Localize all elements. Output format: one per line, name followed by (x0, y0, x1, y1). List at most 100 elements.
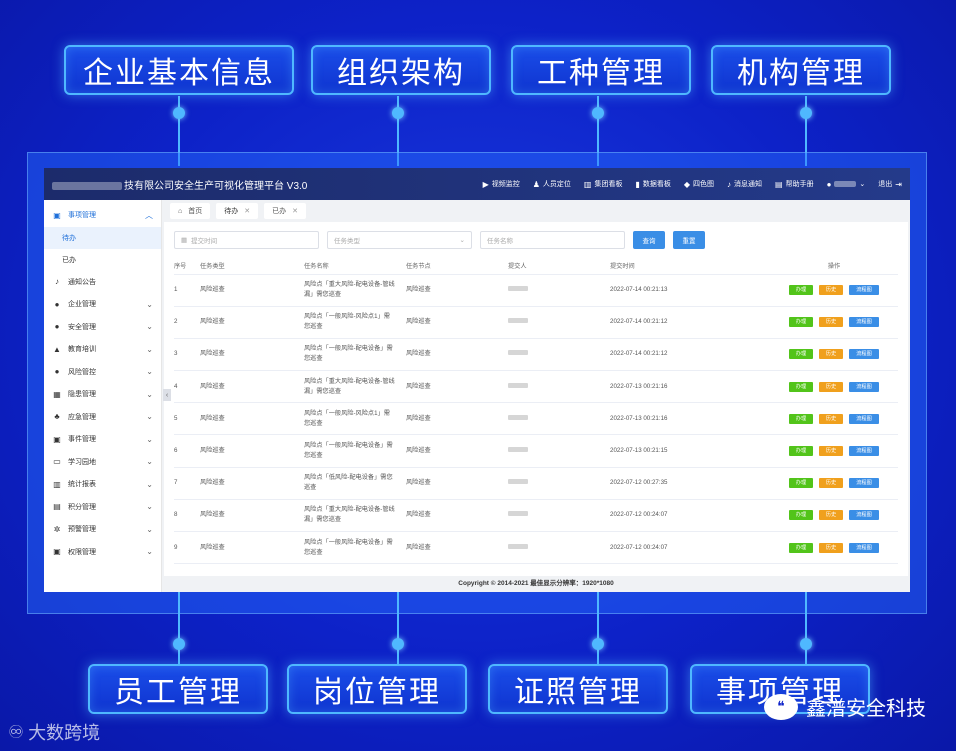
close-icon[interactable]: ✕ (292, 207, 298, 215)
connector-line (597, 592, 599, 664)
history-button[interactable]: 历史 (819, 413, 843, 424)
sidebar-item-quanxian[interactable]: ▣ 权限管理 ⌄ (44, 541, 161, 564)
sidebar-item-anquan[interactable]: ● 安全管理 ⌄ (44, 316, 161, 339)
person-location-icon: ♟ (532, 179, 540, 189)
tab-done[interactable]: 已办 ✕ (264, 203, 306, 219)
sidebar-item-jiaoyu[interactable]: ▲ 教育培训 ⌄ (44, 338, 161, 361)
handle-button[interactable]: 办理 (789, 413, 813, 424)
handle-button[interactable]: 办理 (789, 349, 813, 360)
cell-type: 风险巡查 (200, 306, 304, 339)
redacted-submitter (508, 286, 528, 292)
history-button[interactable]: 历史 (819, 349, 843, 360)
handle-button[interactable]: 办理 (789, 285, 813, 296)
sidebar-item-qiye[interactable]: ● 企业管理 ⌄ (44, 293, 161, 316)
chevron-down-icon: ⌄ (859, 181, 866, 188)
task-table: 序号 任务类型 任务名称 任务节点 提交人 提交时间 操作 1 风险巡查 风险点「重… (174, 258, 898, 565)
flowchart-button[interactable]: 流程图 (849, 381, 879, 392)
cell-type: 风险巡查 (200, 531, 304, 565)
cell-type: 风险巡查 (200, 338, 304, 372)
handle-button[interactable]: 办理 (789, 381, 813, 392)
feature-button-institutions[interactable]: 机构管理 (711, 45, 891, 95)
nav-notifications[interactable]: ♪ 消息通知 (727, 179, 762, 189)
chevron-down-icon: ⌄ (146, 479, 153, 489)
cell-actions: 办理 历史 流程图 (770, 402, 898, 436)
stats-icon: ▥ (53, 479, 61, 489)
handle-button[interactable]: 办理 (789, 317, 813, 328)
flowchart-button[interactable]: 流程图 (849, 413, 879, 424)
sidebar-item-jifen[interactable]: ▤ 积分管理 ⌄ (44, 496, 161, 519)
sidebar-item-shijian[interactable]: ▣ 事件管理 ⌄ (44, 428, 161, 451)
history-button[interactable]: 历史 (819, 381, 843, 392)
nav-four-color[interactable]: ◆ 四色图 (684, 179, 714, 189)
reset-button[interactable]: 重置 (673, 231, 705, 249)
flowchart-button[interactable]: 流程图 (849, 349, 879, 360)
handle-button[interactable]: 办理 (789, 542, 813, 553)
col-header: 操作 (770, 258, 898, 275)
feature-button-job-types[interactable]: 工种管理 (511, 45, 691, 95)
feature-button-employees[interactable]: 员工管理 (88, 664, 268, 714)
chevron-down-icon: ⌄ (146, 322, 153, 332)
sidebar-subitem-done[interactable]: 已办 (44, 249, 161, 271)
sidebar-item-shixiang[interactable]: ▣ 事项管理 ︿ (44, 204, 161, 227)
table-row: 1 风险巡查 风险点「重大风险-配电设备-管线漏」需您巡查 风险巡查 2022-07-1… (174, 274, 898, 307)
handle-button[interactable]: 办理 (789, 446, 813, 457)
cell-time: 2022-07-14 00:21:12 (610, 306, 770, 339)
cell-actions: 办理 历史 流程图 (770, 338, 898, 372)
user-icon: ● (826, 179, 832, 189)
sidebar-item-xuexi[interactable]: ▭ 学习园地 ⌄ (44, 451, 161, 474)
sidebar-item-label: 学习园地 (68, 458, 96, 466)
flowchart-button[interactable]: 流程图 (849, 446, 879, 457)
nav-data-board[interactable]: ▮ 数据看板 (635, 179, 670, 189)
cell-time: 2022-07-13 00:21:16 (610, 370, 770, 404)
flowchart-button[interactable]: 流程图 (849, 510, 879, 521)
flowchart-button[interactable]: 流程图 (849, 317, 879, 328)
feature-button-positions[interactable]: 岗位管理 (287, 664, 467, 714)
cell-no: 4 (174, 370, 200, 404)
chevron-down-icon: ⌄ (459, 237, 465, 244)
user-menu[interactable]: ● ⌄ (827, 180, 866, 189)
sidebar: ▣ 事项管理 ︿ 待办 已办 ♪ 通知公告 ● 企业管理 ⌄ ● 安全管理 ⌄ ▲ 教育培训 ⌄ ● 风… (44, 200, 162, 592)
sidebar-item-yujing[interactable]: ✲ 预警管理 ⌄ (44, 518, 161, 541)
cell-time: 2022-07-12 00:24:07 (610, 499, 770, 533)
sidebar-item-fengxian[interactable]: ● 风险管控 ⌄ (44, 361, 161, 384)
logout-button[interactable]: 退出 ⇥ (878, 179, 902, 189)
nav-video[interactable]: ▶ 视频监控 (483, 179, 520, 189)
feature-button-company-info[interactable]: 企业基本信息 (64, 45, 294, 95)
nav-help[interactable]: ▤ 帮助手册 (775, 179, 814, 189)
sidebar-item-tongzhi[interactable]: ♪ 通知公告 (44, 271, 161, 294)
flowchart-button[interactable]: 流程图 (849, 478, 879, 489)
chevron-up-icon: ︿ (145, 210, 153, 220)
cell-name: 风险点「低风险-配电设备」需您巡查 (304, 467, 406, 500)
search-button[interactable]: 查询 (633, 231, 665, 249)
task-type-select[interactable]: 任务类型 ⌄ (327, 231, 472, 249)
task-name-input[interactable]: 任务名称 (480, 231, 625, 249)
feature-button-certificates[interactable]: 证照管理 (488, 664, 668, 714)
tab-home[interactable]: ⌂ 首页 (170, 203, 211, 219)
history-button[interactable]: 历史 (819, 510, 843, 521)
history-button[interactable]: 历史 (819, 542, 843, 553)
history-button[interactable]: 历史 (819, 317, 843, 328)
chevron-down-icon: ⌄ (146, 367, 153, 377)
feature-button-org-structure[interactable]: 组织架构 (311, 45, 491, 95)
sidebar-collapse-handle[interactable]: ‹ (163, 389, 171, 401)
tab-todo[interactable]: 待办 ✕ (216, 203, 259, 219)
flowchart-button[interactable]: 流程图 (849, 542, 879, 553)
nav-label: 帮助手册 (785, 181, 814, 188)
submit-time-input[interactable]: ▦ 提交时间 (174, 231, 319, 249)
watermark-left: ♾ 大数跨境 (8, 719, 100, 745)
handle-button[interactable]: 办理 (789, 510, 813, 521)
history-button[interactable]: 历史 (819, 446, 843, 457)
close-icon[interactable]: ✕ (244, 207, 250, 215)
history-button[interactable]: 历史 (819, 285, 843, 296)
flowchart-button[interactable]: 流程图 (849, 285, 879, 296)
sidebar-item-yingji[interactable]: ♣ 应急管理 ⌄ (44, 406, 161, 429)
sidebar-item-yinhuan[interactable]: ▦ 隐患管理 ⌄ (44, 383, 161, 406)
chevron-down-icon: ⌄ (146, 457, 153, 467)
sidebar-item-tongji[interactable]: ▥ 统计报表 ⌄ (44, 473, 161, 496)
nav-location[interactable]: ♟ 人员定位 (533, 179, 571, 189)
sidebar-subitem-todo[interactable]: 待办 (44, 226, 161, 249)
header-nav: ▶ 视频监控 ♟ 人员定位 ▥ 集团看板 ▮ 数据看板 ◆ 四色图 ♪ 消息通知 ▤ 帮助手册… (483, 179, 902, 189)
handle-button[interactable]: 办理 (789, 478, 813, 489)
history-button[interactable]: 历史 (819, 478, 843, 489)
nav-group-board[interactable]: ▥ 集团看板 (584, 179, 623, 189)
